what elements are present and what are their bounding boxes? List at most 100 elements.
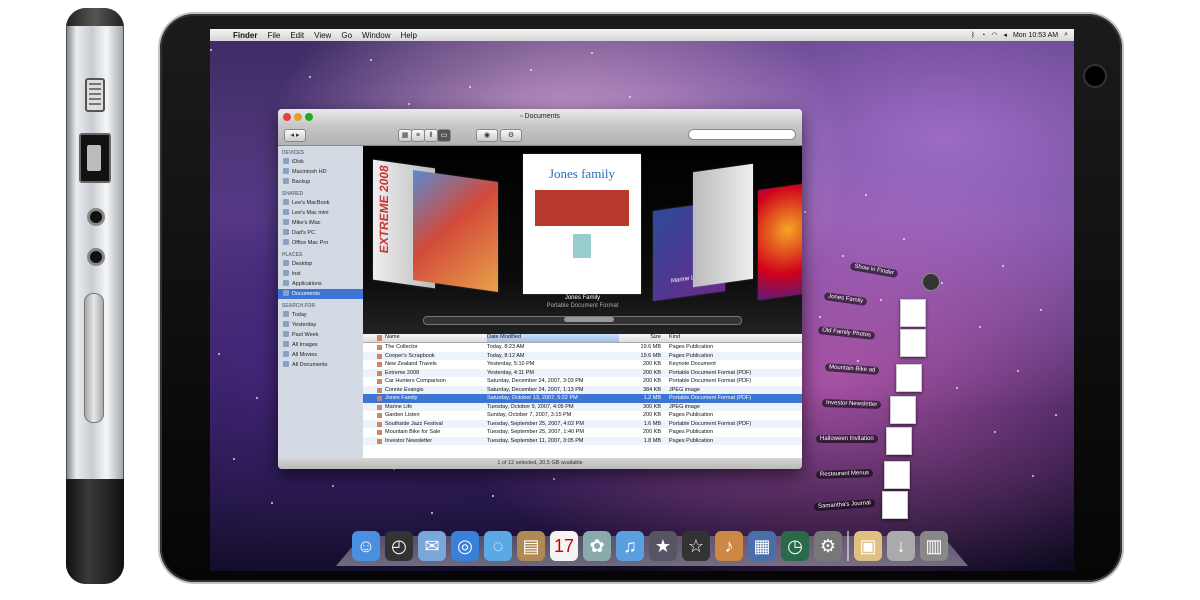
back-forward-buttons[interactable]: ◂ ▸ [284, 129, 306, 142]
table-row[interactable]: Cooper's Scrapbook Today, 8:12 AM 19.6 MB P… [363, 351, 802, 360]
sidebar-item[interactable]: Mike's iMac [278, 218, 363, 228]
stack-item-thumbnail[interactable] [896, 364, 922, 392]
sidebar-item[interactable]: Dad's PC [278, 228, 363, 238]
table-row[interactable]: Extreme 2008 Yesterday, 4:11 PM 200 KB Port… [363, 368, 802, 377]
imovie-icon[interactable]: ★ [649, 531, 677, 561]
stack-item-label[interactable]: Samantha's Journal [813, 498, 876, 512]
ichat-icon[interactable]: ◌ [484, 531, 512, 561]
trash-icon[interactable]: ▥ [920, 531, 948, 561]
stack-item-label[interactable]: Old Family Photos [817, 326, 876, 340]
table-row[interactable]: Garden Listen Sunday, October 7, 2007, 3:… [363, 411, 802, 420]
time-machine-menu-icon[interactable]: ◔ [981, 32, 985, 39]
menu-file[interactable]: File [262, 31, 285, 40]
dashboard-icon[interactable]: ◴ [385, 531, 413, 561]
star-icon[interactable]: ☆ [682, 531, 710, 561]
coverflow-item[interactable] [758, 181, 802, 301]
spotlight-icon[interactable]: ⌕ [1064, 31, 1068, 39]
menu-window[interactable]: Window [357, 31, 395, 40]
stack-item-label[interactable]: Halloween Invitation [816, 435, 878, 443]
window-titlebar[interactable]: ▫ Documents [278, 109, 802, 125]
view-icon-button[interactable]: ▦ [398, 129, 412, 142]
coverflow-item[interactable] [693, 163, 753, 288]
column-header-kind[interactable]: Kind [669, 334, 802, 342]
downloads-stack-icon[interactable]: ↓ [887, 531, 915, 561]
sidebar-item[interactable]: Office Mac Pro [278, 238, 363, 248]
stack-item-label[interactable]: Jones Family [823, 292, 868, 306]
view-columns-button[interactable]: ⫴ [424, 129, 438, 142]
stack-item-label[interactable]: Show in Finder [849, 261, 899, 279]
coverflow-view[interactable]: EXTREME 2008 Jones family Marine Life Jo… [363, 146, 802, 334]
table-row[interactable]: Mountain Bike for Sale Tuesday, September… [363, 428, 802, 437]
menu-clock[interactable]: Mon 10:53 AM [1013, 32, 1058, 39]
sidebar-item[interactable]: All Movies [278, 350, 363, 360]
action-button[interactable]: ⚙ [500, 129, 522, 142]
ical-icon[interactable]: 17 [550, 531, 578, 561]
address-book-icon[interactable]: ▤ [517, 531, 545, 561]
iphoto-icon[interactable]: ✿ [583, 531, 611, 561]
wifi-icon[interactable]: ◠ [991, 31, 997, 39]
stack-item-thumbnail[interactable] [882, 491, 908, 519]
menu-view[interactable]: View [309, 31, 336, 40]
column-header-name[interactable]: Name [363, 334, 487, 342]
stack-item-thumbnail[interactable] [886, 427, 912, 455]
bluetooth-icon[interactable]: ᛒ [971, 32, 975, 39]
stack-item-thumbnail[interactable] [900, 299, 926, 327]
time-machine-icon[interactable]: ◷ [781, 531, 809, 561]
documents-stack-icon[interactable]: ▣ [854, 531, 882, 561]
stack-item-thumbnail[interactable] [900, 329, 926, 357]
itunes-icon[interactable]: ♫ [616, 531, 644, 561]
volume-icon[interactable]: ◂ [1003, 31, 1007, 39]
scroll-thumb[interactable] [564, 317, 614, 322]
safari-icon[interactable]: ◎ [451, 531, 479, 561]
coverflow-item[interactable] [413, 170, 498, 292]
sidebar-item[interactable]: All Images [278, 340, 363, 350]
table-row[interactable]: Car Hunters Comparison Saturday, December… [363, 377, 802, 386]
stack-item-thumbnail[interactable] [884, 461, 910, 489]
table-row[interactable]: The Collector Today, 8:23 AM 19.6 MB Pages … [363, 343, 802, 352]
sidebar-item[interactable]: Documents [278, 289, 363, 299]
garageband-icon[interactable]: ♪ [715, 531, 743, 561]
stack-item-thumbnail[interactable] [890, 396, 916, 424]
sidebar-item[interactable]: Lee's Mac mini [278, 208, 363, 218]
menu-go[interactable]: Go [336, 31, 357, 40]
finder-icon[interactable]: ☺ [352, 531, 380, 561]
sidebar-item[interactable]: All Documents [278, 360, 363, 370]
sidebar-item[interactable]: Backup [278, 177, 363, 187]
table-row[interactable]: New Zealand Travels Yesterday, 5:10 PM 200… [363, 360, 802, 369]
sidebar-item[interactable]: Past Week [278, 330, 363, 340]
table-row[interactable]: Marine Life Tuesday, October 9, 2007, 4:0… [363, 402, 802, 411]
table-row[interactable]: Jones Family Saturday, October 13, 2007, … [363, 394, 802, 403]
system-preferences-icon[interactable]: ⚙ [814, 531, 842, 561]
sidebar-item[interactable]: Applications [278, 279, 363, 289]
table-row[interactable]: Southside Jazz Festival Tuesday, Septembe… [363, 419, 802, 428]
mail-icon[interactable]: ✉ [418, 531, 446, 561]
search-input[interactable] [688, 129, 796, 140]
column-header-size[interactable]: Size [619, 334, 669, 342]
table-row[interactable]: Investor Newsletter Tuesday, September 11… [363, 436, 802, 445]
menu-edit[interactable]: Edit [285, 31, 309, 40]
sidebar-item[interactable]: iDisk [278, 157, 363, 167]
sidebar-item[interactable]: Yesterday [278, 320, 363, 330]
stack-item-label[interactable]: Restaurant Menus [815, 469, 874, 479]
coverflow-scrollbar[interactable] [423, 316, 742, 325]
minimize-button[interactable] [294, 113, 302, 121]
sidebar-item[interactable]: Macintosh HD [278, 167, 363, 177]
quicklook-button[interactable]: ◉ [476, 129, 498, 142]
sidebar-item[interactable]: lnst [278, 269, 363, 279]
spaces-icon[interactable]: ▦ [748, 531, 776, 561]
column-header-date[interactable]: Date Modified [487, 334, 619, 342]
table-row[interactable]: Connie Evangis Saturday, December 24, 200… [363, 385, 802, 394]
menu-help[interactable]: Help [395, 31, 421, 40]
view-list-button[interactable]: ≡ [411, 129, 425, 142]
view-coverflow-button[interactable]: ▭ [437, 129, 451, 142]
close-button[interactable] [283, 113, 291, 121]
stack-item-label[interactable]: Mountain Bike ad [824, 363, 880, 375]
zoom-button[interactable] [305, 113, 313, 121]
coverflow-selected-item[interactable]: Jones family [523, 154, 641, 294]
stack-item-label[interactable]: Investor Newsletter [821, 398, 882, 410]
sidebar-item[interactable]: Today [278, 310, 363, 320]
show-in-finder-icon[interactable] [922, 273, 940, 291]
menu-finder[interactable]: Finder [228, 31, 262, 40]
sidebar-item[interactable]: Lee's MacBook [278, 198, 363, 208]
sidebar-item[interactable]: Desktop [278, 259, 363, 269]
